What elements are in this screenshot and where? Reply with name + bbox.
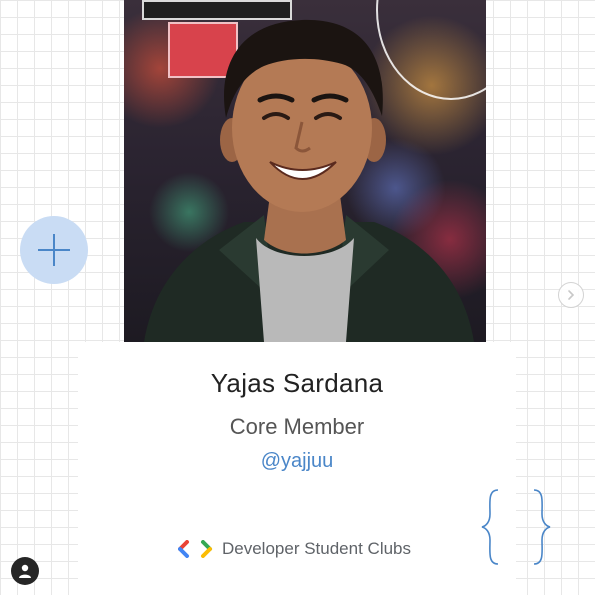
member-handle-link[interactable]: @yajjuu	[78, 450, 516, 473]
add-button[interactable]	[20, 216, 88, 284]
member-role: Core Member	[229, 414, 365, 439]
brand-footer: Developer Student Clubs	[178, 539, 412, 558]
curly-braces-icon	[481, 489, 551, 565]
profile-button[interactable]	[11, 557, 39, 585]
member-name: Yajas Sardana	[210, 368, 384, 398]
dsc-logo-icon	[178, 540, 212, 558]
next-slide-button[interactable]	[558, 282, 584, 308]
user-icon	[19, 564, 31, 578]
brand-name: Developer Student Clubs	[222, 539, 412, 558]
person-portrait	[144, 19, 474, 342]
member-card: Yajas Sardana Core Member @yajjuu Develo…	[78, 342, 516, 595]
member-photo	[124, 0, 486, 342]
chevron-right-icon	[568, 290, 575, 300]
plus-icon	[38, 234, 70, 266]
